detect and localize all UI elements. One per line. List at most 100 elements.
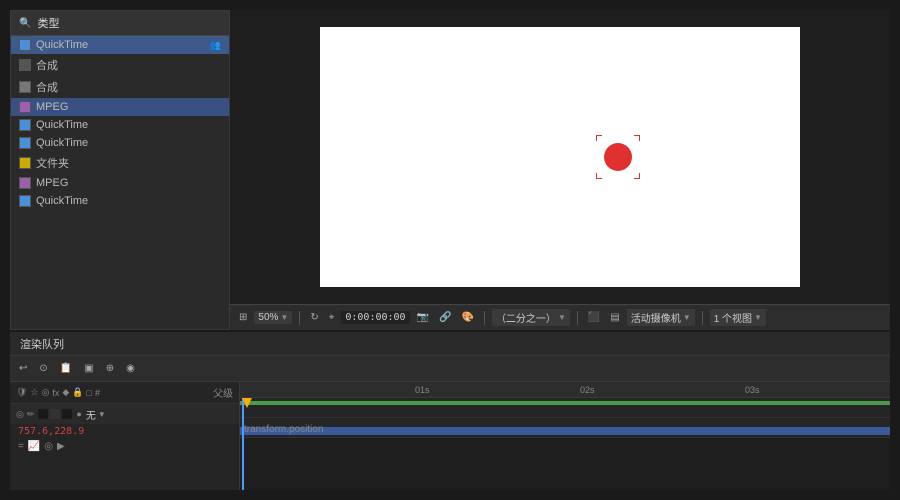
tl-btn-3[interactable]: 📋 [57,362,75,375]
layer-row-icons: ◎ ✏ [16,409,34,420]
icon-motion: ◆ [62,387,69,398]
swatch-3 [62,409,72,419]
item-color-box [19,59,31,71]
item-label: 合成 [36,79,58,95]
item-label: QuickTime [36,195,88,207]
red-dot [604,143,632,171]
views-chevron: ▼ [754,313,762,322]
toolbar-icon-btn-3[interactable]: ⌖ [326,311,338,324]
icon-eye: ◎ [42,387,50,398]
item-label: MPEG [36,101,68,113]
icon-chart: 📈 [28,441,40,452]
bottom-panel: 渲染队列 ↩ ⊙ 📋 ▣ ⊕ ◉ 🛡 ☆ [10,330,890,490]
camera-dropdown[interactable]: 活动摄像机 ▼ [627,309,695,326]
timeline-toolbar: ↩ ⊙ 📋 ▣ ⊕ ◉ [10,356,890,382]
tl-btn-6[interactable]: ◉ [123,362,138,375]
sidebar: 🔍 类型 QuickTime 👥 合成 合成 [10,10,230,330]
timeline-track-1 [240,398,890,418]
item-color-box [19,39,31,51]
toolbar-icon-btn-2[interactable]: ↻ [307,311,321,324]
tl-btn-2[interactable]: ⊙ [36,362,50,375]
toolbar-icon-btn-5[interactable]: 🔗 [436,311,454,324]
zoom-dropdown[interactable]: 50% ▼ [254,311,292,324]
sep-1 [299,311,300,325]
timeline-area: ↩ ⊙ 📋 ▣ ⊕ ◉ 🛡 ☆ ◎ fx [10,356,890,490]
timeline-layer-controls: 🛡 ☆ ◎ fx ◆ 🔒 □ # 父级 [10,382,239,404]
sidebar-item-mpeg-2[interactable]: MPEG [11,174,229,192]
sidebar-list: QuickTime 👥 合成 合成 MPEG QuickT [11,36,229,329]
item-color-box [19,137,31,149]
item-extra-icon: 👥 [210,40,221,51]
toolbar-icon-btn-4[interactable]: 📷 [414,311,432,324]
sidebar-item-quicktime-4[interactable]: QuickTime [11,192,229,210]
bottom-controls-row: = 📈 ◎ ▶ [10,439,239,454]
views-dropdown[interactable]: 1 个视图 ▼ [710,309,766,326]
sidebar-item-mpeg-1[interactable]: MPEG [11,98,229,116]
render-queue-header: 渲染队列 [10,332,890,356]
track-bar-blue [240,427,890,435]
timecode-display[interactable]: 0:00:00:00 [341,311,409,324]
icon-dot: ● [76,409,81,419]
canvas-white [320,27,800,287]
res-chevron: ▼ [558,313,566,322]
swatch-2 [50,409,60,419]
item-color-box [19,119,31,131]
corner-br [634,173,640,179]
icon-num: # [95,388,100,398]
sublevel-label: 父级 [213,385,233,400]
color-swatches [38,409,72,419]
camera-value: 活动摄像机 [631,310,681,325]
sidebar-header-icon: 🔍 [19,18,31,29]
timeline-track-2: transform.position [240,418,890,438]
sidebar-item-quicktime-3[interactable]: QuickTime [11,134,229,152]
icon-fx: fx [52,388,59,398]
ruler-mark-3s: 03s [745,385,760,395]
layer-icons: 🛡 ☆ ◎ fx ◆ 🔒 □ # [16,387,100,398]
cam-chevron: ▼ [683,313,691,322]
sidebar-item-composite-2[interactable]: 合成 [11,76,229,98]
zoom-value: 50% [258,312,278,323]
item-color-box [19,101,31,113]
toolbar-icon-btn-7[interactable]: ▤ [607,311,622,324]
icon-eq: = [18,441,24,452]
toolbar-icon-btn-6[interactable]: ⬛ [585,311,603,324]
render-queue-title: 渲染队列 [20,336,64,352]
none-dropdown[interactable]: 无 ▼ [86,407,106,422]
item-label: QuickTime [36,39,88,51]
transform-label: transform.position [244,424,323,435]
coords-display: 757.6,228.9 [18,426,84,437]
item-color-box [19,81,31,93]
tl-btn-1[interactable]: ↩ [16,362,30,375]
icon-edit: ✏ [27,409,35,420]
corner-tr [634,135,640,141]
swatch-1 [38,409,48,419]
toolbar-icon-btn-1[interactable]: ⊞ [236,311,250,324]
item-color-box [19,177,31,189]
corner-bl [596,173,602,179]
sidebar-item-quicktime-2[interactable]: QuickTime [11,116,229,134]
icon-circle-dot: ◎ [44,441,53,452]
tl-btn-5[interactable]: ⊕ [103,362,117,375]
sidebar-title: 类型 [37,15,59,31]
item-label: QuickTime [36,119,88,131]
sidebar-item-quicktime-1[interactable]: QuickTime 👥 [11,36,229,54]
timeline-layer-row: ◎ ✏ ● 无 ▼ [10,404,239,424]
sidebar-item-folder[interactable]: 文件夹 [11,152,229,174]
corner-tl [596,135,602,141]
timeline-body: 🛡 ☆ ◎ fx ◆ 🔒 □ # 父级 [10,382,890,490]
timeline-right: 01s 02s 03s [240,382,890,490]
track-bar-green [240,401,890,405]
preview-area: ⊞ 50% ▼ ↻ ⌖ 0:00:00:00 📷 🔗 🎨 （二分之一） ▼ [230,10,890,330]
zoom-chevron: ▼ [280,313,288,322]
item-label: MPEG [36,177,68,189]
main-panel: 🔍 类型 QuickTime 👥 合成 合成 [10,10,890,330]
sidebar-item-composite-1[interactable]: 合成 [11,54,229,76]
tl-btn-4[interactable]: ▣ [81,362,96,375]
item-color-box [19,157,31,169]
item-color-box [19,195,31,207]
resolution-dropdown[interactable]: （二分之一） ▼ [492,309,570,326]
preview-canvas [230,10,890,304]
icon-label: □ [87,388,92,398]
toolbar-color-btn[interactable]: 🎨 [458,311,476,324]
playhead[interactable] [242,398,244,490]
